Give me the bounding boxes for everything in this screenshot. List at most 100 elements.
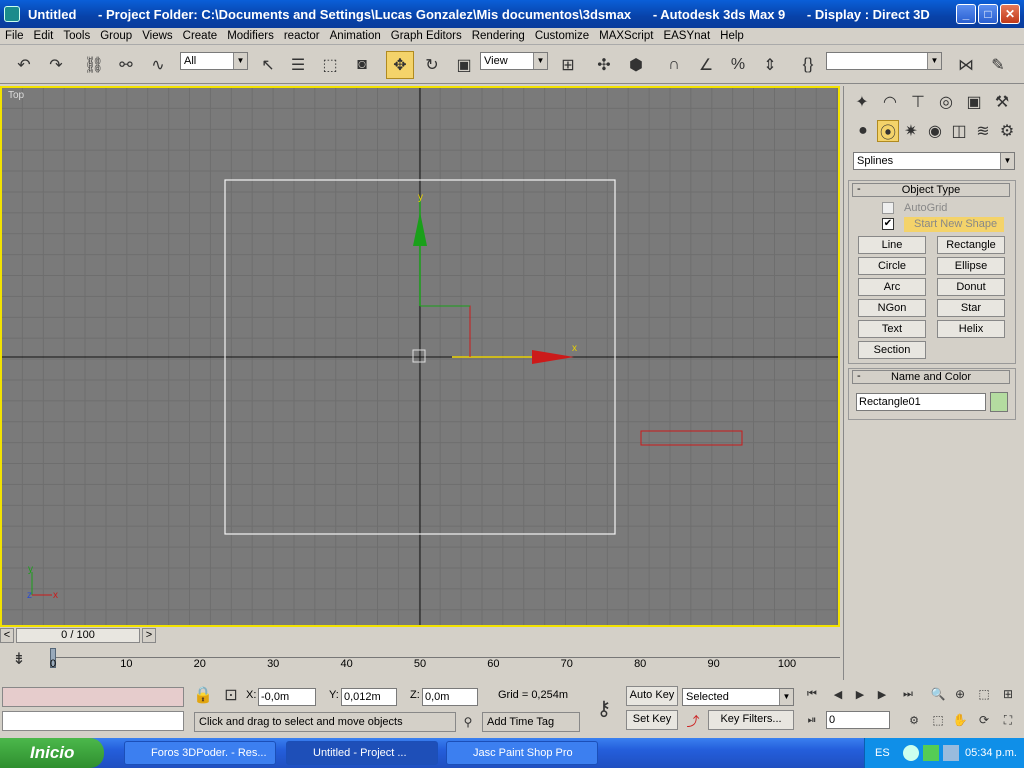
add-time-tag[interactable]: Add Time Tag [482,712,580,732]
gizmo-y-arrow[interactable] [413,212,427,246]
lights-icon[interactable]: ✷ [900,120,922,142]
redo-icon[interactable]: ↷ [42,51,70,79]
select-by-name-icon[interactable]: ☰ [284,51,312,79]
auto-key-button[interactable]: Auto Key [626,686,678,706]
rectangular-selection-icon[interactable]: ⬚ [316,51,344,79]
circle-button[interactable]: Circle [858,257,926,275]
time-slider-prev[interactable]: < [0,628,14,643]
menu-rendering[interactable]: Rendering [467,30,530,42]
motion-tab-icon[interactable]: ◎ [932,88,960,116]
menu-file[interactable]: File [0,30,29,42]
rectangle-shape-red[interactable] [640,430,743,446]
pivot-center-icon[interactable]: ⊞ [554,51,582,79]
hierarchy-tab-icon[interactable]: ⊤ [904,88,932,116]
edit-named-selection-icon[interactable]: {} [794,51,822,79]
track-bar[interactable]: ⇟ 0 10 20 30 40 50 60 70 80 90 100 [0,646,843,676]
key-mode-dropdown[interactable]: Selected ▼ [682,688,794,706]
go-to-end-icon[interactable]: ⏭ [898,684,918,704]
mirror-icon[interactable]: ⋈ [952,51,980,79]
object-name-field[interactable]: Rectangle01 [856,393,986,411]
select-and-manipulate-icon[interactable]: ✣ [590,51,618,79]
ellipse-button[interactable]: Ellipse [937,257,1005,275]
bind-space-warp-icon[interactable]: ∿ [144,51,172,79]
key-filters-button[interactable]: Key Filters... [708,710,794,730]
minimize-button[interactable]: _ [956,4,976,24]
maxscript-input-mini[interactable] [2,711,184,731]
3dsmax-app-icon[interactable] [4,6,20,22]
z-coordinate-field[interactable]: 0,0m [422,688,478,706]
helix-button[interactable]: Helix [937,320,1005,338]
selection-filter-dropdown[interactable]: All ▼ [180,52,248,70]
line-button[interactable]: Line [858,236,926,254]
menu-views[interactable]: Views [137,30,177,42]
display-tab-icon[interactable]: ▣ [960,88,988,116]
text-button[interactable]: Text [858,320,926,338]
percent-snap-icon[interactable]: % [724,51,752,79]
menu-maxscript[interactable]: MAXScript [594,30,658,42]
time-slider-thumb[interactable]: 0 / 100 [16,628,140,643]
language-indicator[interactable]: ES [875,738,890,768]
clock[interactable]: 05:34 p.m. [965,738,1017,768]
space-warps-icon[interactable]: ≋ [972,120,994,142]
menu-customize[interactable]: Customize [530,30,594,42]
zoom-extents-icon[interactable]: ⬚ [974,684,994,704]
cameras-icon[interactable]: ◉ [924,120,946,142]
select-and-link-icon[interactable]: ⛓ [80,51,108,79]
section-button[interactable]: Section [858,341,926,359]
arc-rotate-icon[interactable]: ⟳ [974,710,994,730]
zoom-icon[interactable]: 🔍 [928,684,948,704]
curve-editor-icon[interactable]: ⇟ [8,648,30,670]
angle-snap-icon[interactable]: ∠ [692,51,720,79]
object-type-header[interactable]: - Object Type [852,183,1010,197]
time-slider[interactable]: < 0 / 100 > [0,627,843,645]
name-color-header[interactable]: - Name and Color [852,370,1010,384]
next-frame-icon[interactable]: ▶ [872,684,892,704]
previous-frame-icon[interactable]: ◀ [828,684,848,704]
menu-help[interactable]: Help [715,30,749,42]
lock-icon[interactable]: 🔒 [192,684,214,706]
snaps-toggle-icon[interactable]: ∩ [660,51,688,79]
rectangle-button[interactable]: Rectangle [937,236,1005,254]
tray-volume-icon[interactable] [943,745,959,761]
menu-edit[interactable]: Edit [29,30,59,42]
modify-tab-icon[interactable]: ◠ [876,88,904,116]
time-configuration-icon[interactable]: ⚙ [904,710,924,730]
menu-animation[interactable]: Animation [325,30,386,42]
menu-tools[interactable]: Tools [58,30,95,42]
unlink-icon[interactable]: ⚯ [112,51,140,79]
selection-lock-icon[interactable]: ⚲ [458,712,478,732]
start-new-shape-checkbox[interactable]: ✔ [882,218,894,230]
taskbar-item-paint-shop-pro[interactable]: Jasc Paint Shop Pro [446,741,598,765]
select-and-scale-icon[interactable]: ▣ [450,51,478,79]
set-key-icon[interactable]: ⚷ [588,694,620,722]
donut-button[interactable]: Donut [937,278,1005,296]
window-crossing-icon[interactable]: ◙ [348,51,376,79]
zoom-all-icon[interactable]: ⊕ [950,684,970,704]
viewport-top[interactable]: Top y x y x z [0,86,840,627]
autogrid-checkbox[interactable] [882,202,894,214]
region-zoom-icon[interactable]: ⬚ [928,710,948,730]
x-coordinate-field[interactable]: -0,0m [258,688,316,706]
object-category-dropdown[interactable]: Splines ▼ [853,152,1015,170]
maximize-viewport-icon[interactable]: ⛶ [998,710,1018,730]
star-button[interactable]: Star [937,299,1005,317]
play-icon[interactable]: ▶ [850,684,870,704]
menu-modifiers[interactable]: Modifiers [222,30,279,42]
start-button[interactable]: Inicio [0,738,104,768]
y-coordinate-field[interactable]: 0,012m [341,688,397,706]
select-and-rotate-icon[interactable]: ↻ [418,51,446,79]
reference-coordinate-dropdown[interactable]: View ▼ [480,52,548,70]
gizmo-x-arrow[interactable] [532,350,574,364]
menu-reactor[interactable]: reactor [279,30,325,42]
absolute-mode-icon[interactable]: ⊡ [220,684,242,706]
tray-app-icon[interactable] [903,745,919,761]
shapes-icon[interactable]: ⦿ [877,120,899,142]
menu-group[interactable]: Group [95,30,137,42]
spinner-snap-icon[interactable]: ⇕ [756,51,784,79]
taskbar-item-firefox[interactable]: Foros 3DPoder. - Res... [124,741,276,765]
systems-icon[interactable]: ⚙ [996,120,1018,142]
menu-graph-editors[interactable]: Graph Editors [386,30,467,42]
menu-easynat[interactable]: EASYnat [658,30,715,42]
key-mode-toggle-icon[interactable]: ⏯ [802,710,822,730]
zoom-extents-all-icon[interactable]: ⊞ [998,684,1018,704]
